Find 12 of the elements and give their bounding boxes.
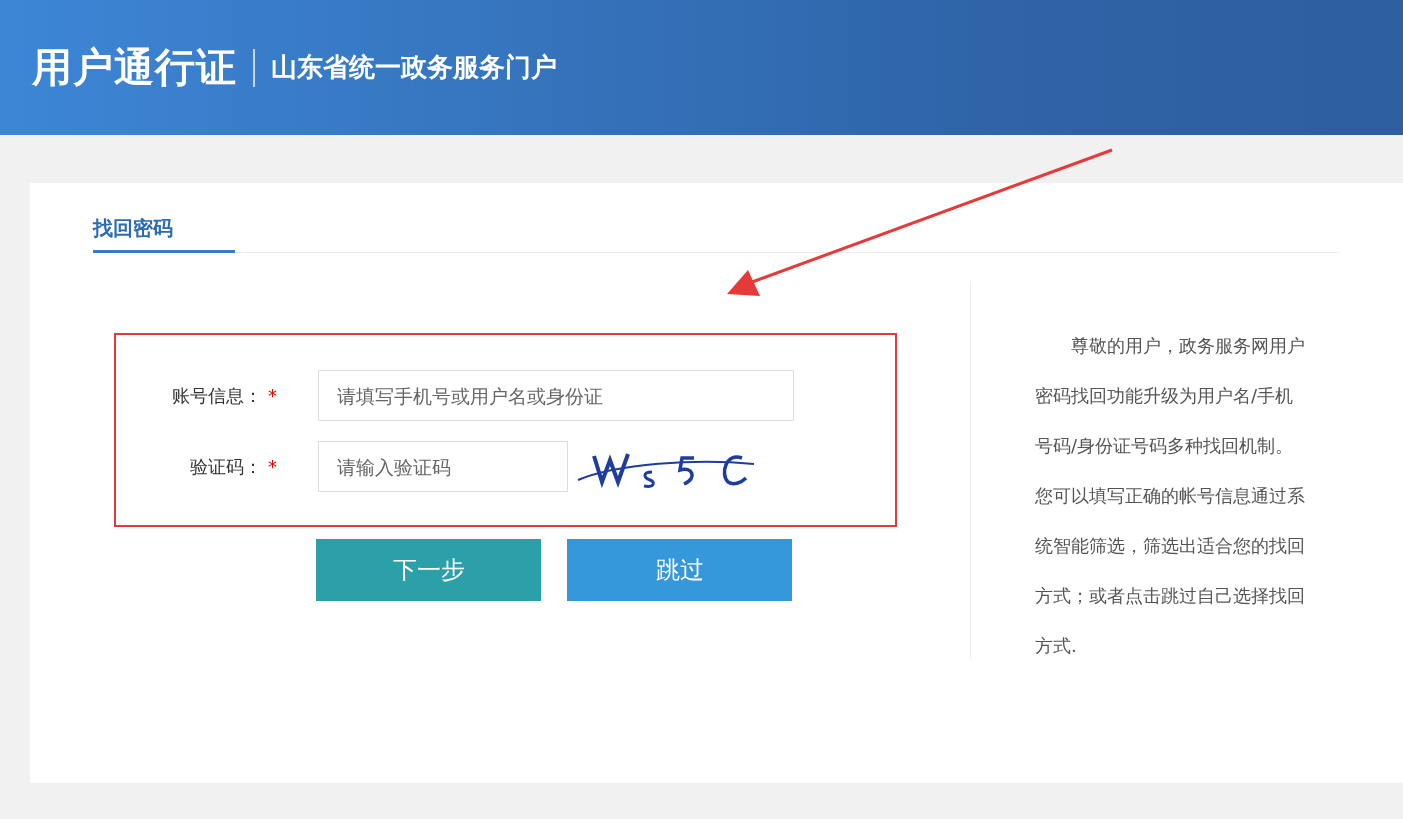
input-field[interactable]: 请填写手机号或用户名或身份证 <box>318 370 794 421</box>
input-field[interactable]: 请输入验证码 <box>318 441 568 492</box>
notice-text: 尊敬的用户，政务服务网用户密码找回功能升级为用户名/手机号码/身份证号码多种找回机制。您可以填写正确的帐号信息通过系统智能筛选，筛选出适合您的找回方式；或者点击跳过自己选择找回方式. <box>1035 334 1306 658</box>
tab[interactable]: 找回密码 <box>93 215 235 253</box>
portal-title: 山东省统一政务服务门户 <box>271 51 557 84</box>
form-button[interactable]: 跳过 <box>567 539 792 601</box>
field-label: 验证码： <box>189 454 262 479</box>
required-mark: * <box>267 385 278 406</box>
required-mark: * <box>267 456 278 477</box>
field-label: 账号信息： <box>171 383 262 408</box>
form-button[interactable]: 下一步 <box>316 539 541 601</box>
logo-text: 用户通行证 <box>32 43 237 92</box>
